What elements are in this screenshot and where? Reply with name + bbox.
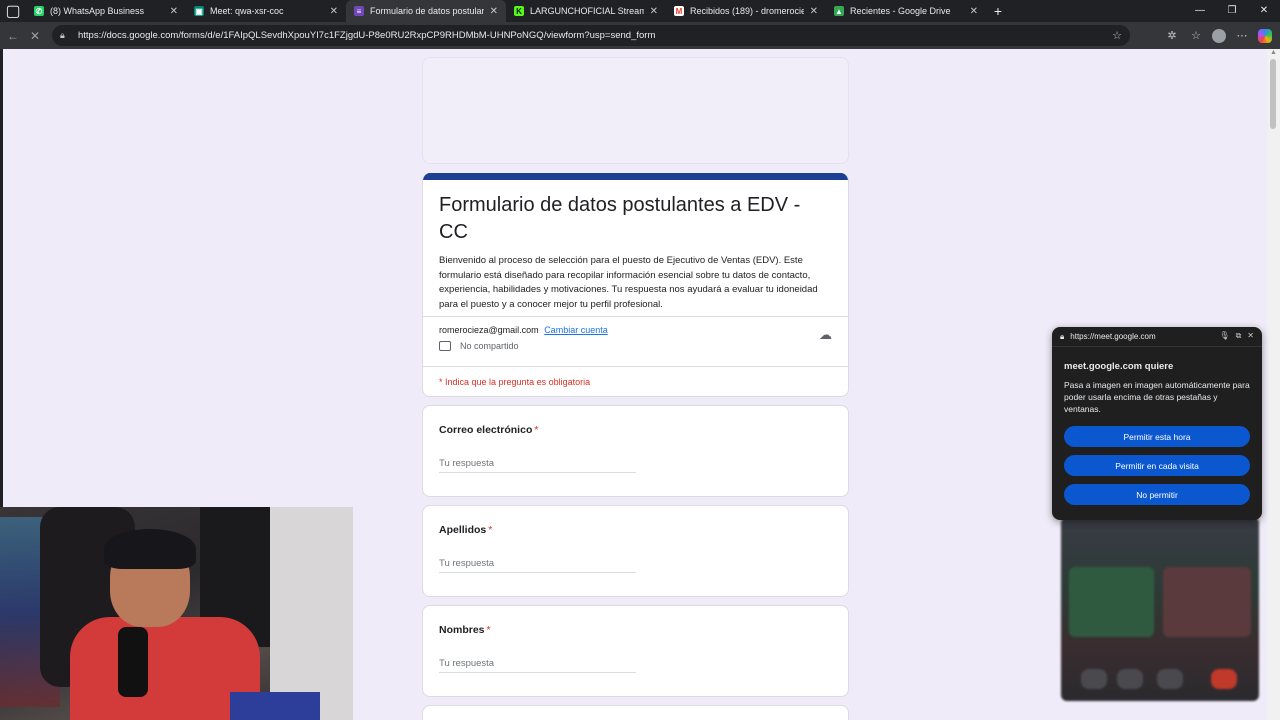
site-info-icon[interactable]: 🔒︎ bbox=[60, 30, 74, 41]
extensions-icon[interactable]: ✲ bbox=[1164, 29, 1180, 42]
not-shared-label: No compartido bbox=[460, 341, 519, 351]
keyboard bbox=[230, 692, 320, 720]
favorites-icon[interactable]: ☆ bbox=[1188, 29, 1204, 42]
forms-icon: ≡ bbox=[354, 6, 364, 16]
close-tab-icon[interactable]: ✕ bbox=[330, 6, 338, 17]
whatsapp-icon: ✆ bbox=[34, 6, 44, 16]
close-tab-icon[interactable]: ✕ bbox=[970, 6, 978, 17]
required-asterisk: * bbox=[486, 624, 491, 636]
scrollbar-thumb[interactable] bbox=[1270, 59, 1276, 129]
tab-meet[interactable]: ▣ Meet: qwa-xsr-coc ✕ bbox=[186, 0, 346, 22]
toolbar-actions: ✲ ☆ ⋯ bbox=[1164, 22, 1272, 49]
form-title: Formulario de datos postulantes a EDV - … bbox=[439, 194, 801, 243]
form-header-card: Formulario de datos postulantes a EDV - … bbox=[422, 173, 849, 397]
tab-title: Recibidos (189) - dromerocieza20 bbox=[690, 6, 804, 16]
restore-icon[interactable]: ❐ bbox=[1216, 0, 1248, 22]
required-asterisk: * bbox=[488, 524, 493, 536]
tab-title: Meet: qwa-xsr-coc bbox=[210, 6, 284, 16]
close-tab-icon[interactable]: ✕ bbox=[170, 6, 178, 17]
not-shared-icon bbox=[439, 341, 451, 351]
popup-title: meet.google.com quiere bbox=[1064, 361, 1174, 372]
minimize-icon[interactable]: — bbox=[1184, 0, 1216, 22]
tab-title: Formulario de datos postulantes bbox=[370, 6, 484, 16]
pip-permission-popup: 🔒︎ https://meet.google.com 🎙︎ ⧉ ✕ meet.g… bbox=[1052, 327, 1262, 520]
tab-google-forms[interactable]: ≡ Formulario de datos postulantes ✕ bbox=[346, 0, 506, 22]
tab-title: LARGUNCHOFICIAL Stream - Wa bbox=[530, 6, 644, 16]
close-window-icon[interactable]: ✕ bbox=[1248, 0, 1280, 22]
drive-icon: ▲ bbox=[834, 6, 844, 16]
camera-button-icon[interactable] bbox=[1117, 669, 1143, 689]
question-label: Apellidos bbox=[439, 524, 487, 536]
browser-toolbar: ← ✕ 🔒︎ https://docs.google.com/forms/d/e… bbox=[0, 22, 1280, 49]
tab-google-drive[interactable]: ▲ Recientes - Google Drive ✕ bbox=[826, 0, 986, 22]
apellidos-field[interactable]: Tu respuesta bbox=[439, 558, 636, 573]
gmail-icon: M bbox=[674, 6, 684, 16]
pip-icon[interactable]: ⧉ bbox=[1236, 331, 1242, 341]
form-header-image bbox=[422, 57, 849, 164]
tab-title: (8) WhatsApp Business bbox=[50, 6, 145, 16]
address-bar[interactable]: 🔒︎ https://docs.google.com/forms/d/e/1FA… bbox=[52, 25, 1130, 46]
tab-gmail[interactable]: M Recibidos (189) - dromerocieza20 ✕ bbox=[666, 0, 826, 22]
close-tab-icon[interactable]: ✕ bbox=[490, 6, 498, 17]
mic-icon[interactable]: 🎙︎ bbox=[1219, 331, 1229, 341]
account-email: romerocieza@gmail.com bbox=[439, 325, 539, 335]
allow-every-visit-button[interactable]: Permitir en cada visita bbox=[1064, 455, 1250, 476]
switch-account-link[interactable]: Cambiar cuenta bbox=[544, 325, 608, 335]
meet-icon: ▣ bbox=[194, 6, 204, 16]
profile-avatar-icon[interactable] bbox=[1212, 28, 1226, 43]
dont-allow-button[interactable]: No permitir bbox=[1064, 484, 1250, 505]
question-label: Correo electrónico bbox=[439, 424, 533, 436]
microphone bbox=[118, 627, 148, 697]
email-field[interactable]: Tu respuesta bbox=[439, 458, 636, 473]
question-label: Nombres bbox=[439, 624, 485, 636]
nombres-field[interactable]: Tu respuesta bbox=[439, 658, 636, 673]
new-tab-button[interactable]: + bbox=[986, 3, 1010, 19]
participant-tile bbox=[1163, 567, 1251, 637]
popup-header: 🔒︎ https://meet.google.com 🎙︎ ⧉ ✕ bbox=[1052, 327, 1262, 347]
url-text: https://docs.google.com/forms/d/e/1FAIpQ… bbox=[78, 30, 656, 41]
required-asterisk: * bbox=[534, 424, 539, 436]
question-card-nombres: Nombres * Tu respuesta bbox=[422, 605, 849, 697]
more-menu-icon[interactable]: ⋯ bbox=[1234, 29, 1250, 42]
copilot-icon[interactable] bbox=[1258, 28, 1272, 43]
bookmark-star-icon[interactable]: ☆ bbox=[1112, 29, 1122, 42]
window-controls: — ❐ ✕ bbox=[1184, 0, 1280, 22]
tab-whatsapp[interactable]: ✆ (8) WhatsApp Business ✕ bbox=[26, 0, 186, 22]
kick-icon: K bbox=[514, 6, 524, 16]
end-call-button-icon[interactable] bbox=[1211, 669, 1237, 689]
tab-actions-menu-icon[interactable]: ▢ bbox=[0, 0, 26, 22]
tab-title: Recientes - Google Drive bbox=[850, 6, 951, 16]
back-icon[interactable]: ← bbox=[2, 29, 24, 43]
required-note: * Indica que la pregunta es obligatoria bbox=[423, 366, 848, 396]
popup-origin: https://meet.google.com bbox=[1070, 332, 1156, 341]
form-description: Bienvenido al proceso de selección para … bbox=[439, 255, 818, 310]
question-card-email: Correo electrónico * Tu respuesta bbox=[422, 405, 849, 497]
scroll-up-icon[interactable]: ▲ bbox=[1267, 49, 1280, 56]
account-section: romerocieza@gmail.com Cambiar cuenta ☁︎ … bbox=[423, 316, 848, 366]
cloud-save-icon: ☁︎ bbox=[819, 327, 832, 342]
mic-button-icon[interactable] bbox=[1081, 669, 1107, 689]
lock-icon: 🔒︎ bbox=[1060, 331, 1065, 341]
question-card-next bbox=[422, 705, 849, 720]
meet-pip-window[interactable] bbox=[1061, 517, 1259, 701]
stop-loading-icon[interactable]: ✕ bbox=[24, 29, 46, 43]
close-tab-icon[interactable]: ✕ bbox=[810, 6, 818, 17]
popup-description: Pasa a imagen en imagen automáticamente … bbox=[1064, 380, 1250, 414]
allow-this-time-button[interactable]: Permitir esta hora bbox=[1064, 426, 1250, 447]
theme-stripe bbox=[423, 173, 848, 180]
close-popup-icon[interactable]: ✕ bbox=[1247, 331, 1254, 341]
participant-tile bbox=[1069, 567, 1154, 637]
page-scrollbar[interactable]: ▲ bbox=[1267, 49, 1280, 720]
tab-strip: ▢ ✆ (8) WhatsApp Business ✕ ▣ Meet: qwa-… bbox=[0, 0, 1280, 22]
close-tab-icon[interactable]: ✕ bbox=[650, 6, 658, 17]
tab-kick-stream[interactable]: K LARGUNCHOFICIAL Stream - Wa ✕ bbox=[506, 0, 666, 22]
question-card-apellidos: Apellidos * Tu respuesta bbox=[422, 505, 849, 597]
person-hair bbox=[104, 529, 196, 569]
present-button-icon[interactable] bbox=[1157, 669, 1183, 689]
background-wall bbox=[270, 507, 353, 720]
webcam-overlay bbox=[0, 507, 353, 720]
